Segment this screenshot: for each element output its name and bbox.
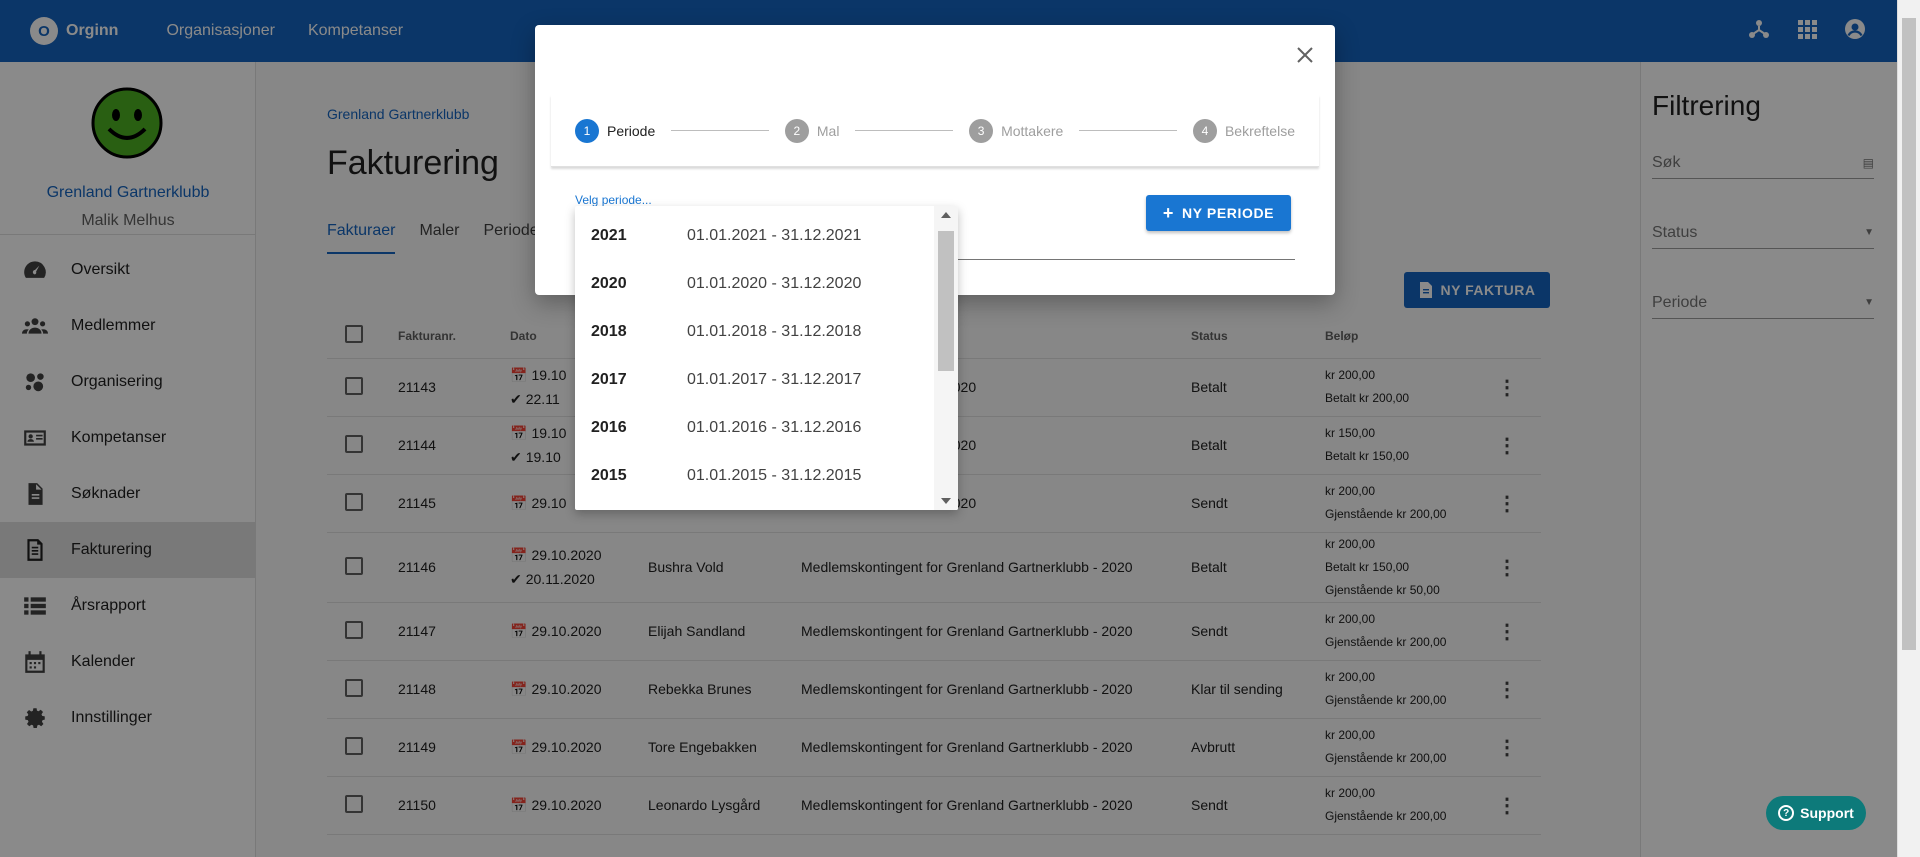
period-year: 2020 — [591, 275, 627, 292]
step-connector — [855, 130, 954, 131]
period-dropdown-menu: 2021 01.01.2021 - 31.12.2021 2020 01.01.20… — [575, 206, 958, 510]
new-period-button[interactable]: + NY PERIODE — [1146, 195, 1291, 231]
period-range: 01.01.2021 - 31.12.2021 — [687, 227, 862, 244]
step-number: 1 — [575, 118, 599, 143]
step-mal[interactable]: 2 Mal — [784, 118, 840, 143]
close-icon[interactable] — [1297, 47, 1313, 63]
period-year: 2017 — [591, 371, 627, 388]
step-label: Mal — [816, 122, 840, 139]
period-year: 2021 — [591, 227, 627, 244]
step-bekreftelse[interactable]: 4 Bekreftelse — [1192, 118, 1295, 143]
new-period-label: NY PERIODE — [1182, 205, 1275, 221]
period-range: 01.01.2018 - 31.12.2018 — [687, 323, 862, 340]
period-option[interactable]: 2021 01.01.2021 - 31.12.2021 — [575, 212, 958, 260]
step-number: 2 — [784, 118, 809, 143]
period-range: 01.01.2015 - 31.12.2015 — [687, 467, 862, 484]
page-scrollbar-thumb[interactable] — [1902, 18, 1916, 650]
dropdown-scrollbar-thumb[interactable] — [938, 231, 954, 371]
step-label: Bekreftelse — [1224, 122, 1295, 139]
step-connector — [1079, 130, 1177, 131]
period-range: 01.01.2020 - 31.12.2020 — [687, 275, 862, 292]
help-circle-icon: ? — [1778, 805, 1795, 821]
scroll-up-arrow-icon[interactable] — [941, 212, 951, 218]
period-year: 2018 — [591, 323, 627, 340]
dropdown-scrollbar[interactable] — [934, 206, 958, 510]
period-range: 01.01.2017 - 31.12.2017 — [687, 371, 862, 388]
period-year: 2015 — [591, 467, 627, 484]
period-option[interactable]: 2016 01.01.2016 - 31.12.2016 — [575, 404, 958, 452]
support-button[interactable]: ? Support — [1766, 796, 1866, 830]
step-label: Periode — [607, 122, 656, 139]
plus-icon: + — [1162, 202, 1174, 223]
period-option[interactable]: 2020 01.01.2020 - 31.12.2020 — [575, 260, 958, 308]
stepper: 1 Periode 2 Mal 3 Mottakere 4 Bekreftels… — [551, 95, 1319, 167]
step-mottakere[interactable]: 3 Mottakere — [969, 118, 1064, 143]
period-year: 2016 — [591, 419, 627, 436]
period-range: 01.01.2016 - 31.12.2016 — [687, 419, 862, 436]
step-label: Mottakere — [1001, 122, 1064, 139]
support-label: Support — [1800, 805, 1854, 821]
period-select-label: Velg periode... — [575, 193, 652, 207]
step-number: 3 — [969, 118, 994, 143]
period-option[interactable]: 2015 01.01.2015 - 31.12.2015 — [575, 452, 958, 500]
scroll-down-arrow-icon[interactable] — [941, 498, 951, 504]
period-option[interactable]: 2018 01.01.2018 - 31.12.2018 — [575, 308, 958, 356]
step-number: 4 — [1192, 118, 1217, 143]
page-scrollbar[interactable] — [1897, 0, 1920, 857]
period-option[interactable]: 2017 01.01.2017 - 31.12.2017 — [575, 356, 958, 404]
step-connector — [671, 130, 769, 131]
step-periode[interactable]: 1 Periode — [575, 118, 656, 143]
